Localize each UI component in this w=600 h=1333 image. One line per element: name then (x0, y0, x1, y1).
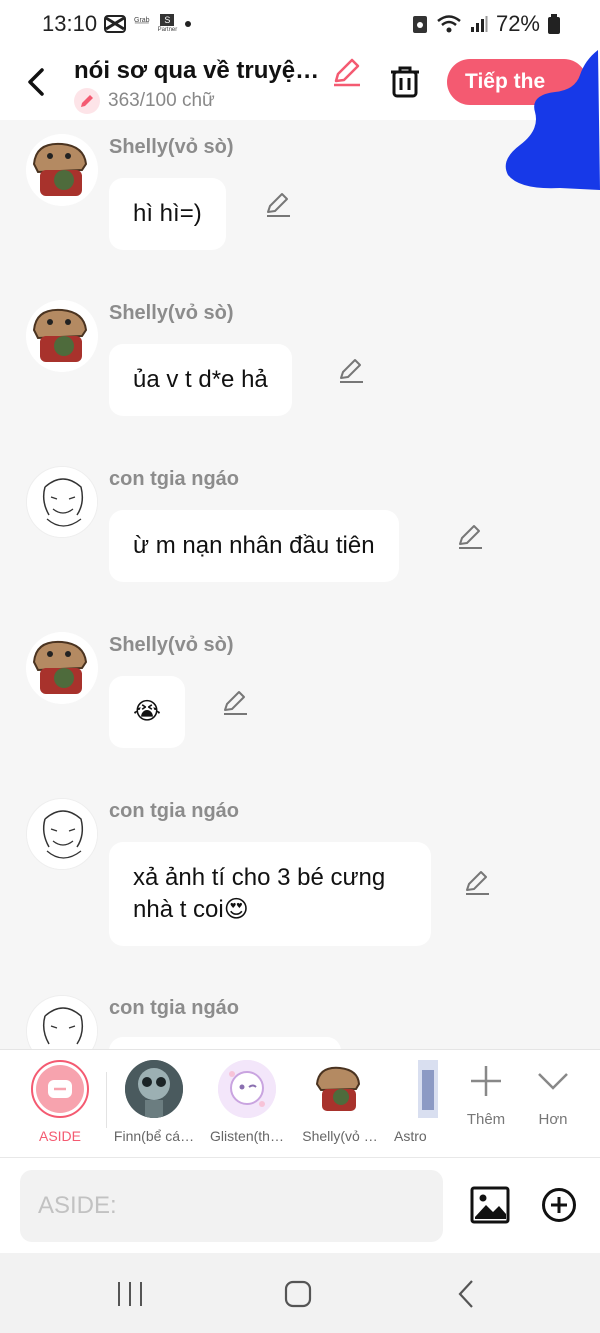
back-nav-icon[interactable] (452, 1279, 482, 1309)
character-finn[interactable]: Finn(bể cá… (109, 1060, 199, 1144)
message-text: xả ảnh tí cho 3 bé cưng nhà t coi😍 (133, 864, 386, 923)
plus-icon (471, 1066, 501, 1096)
word-count-row: 363/100 chữ (74, 88, 215, 114)
message-sender: Shelly(vỏ sò) (109, 634, 234, 656)
story-title: nói sơ qua về truyệ… (74, 57, 320, 84)
character-shelly[interactable]: Shelly(vỏ … (295, 1060, 385, 1144)
character-label: Glisten(th… (210, 1128, 284, 1144)
capcut-icon (104, 15, 126, 33)
shelly-avatar (26, 134, 98, 206)
add-character-button[interactable]: Thêm (456, 1064, 516, 1128)
word-count: 363/100 chữ (108, 90, 215, 111)
message-text: ừ m nạn nhân đầu tiên (133, 532, 375, 559)
message-item: Shelly(vỏ sò) hì hì=) (0, 130, 600, 250)
edit-message-icon[interactable] (337, 356, 365, 384)
status-app-icons: Grab ▔▔▔ S Partner (104, 14, 192, 34)
message-sender: con tgia ngáo (109, 800, 239, 822)
message-sender: Shelly(vỏ sò) (109, 302, 234, 324)
finn-avatar (125, 1060, 183, 1118)
message-bubble[interactable]: hì hì=) (109, 178, 226, 250)
character-label: Shelly(vỏ … (302, 1128, 378, 1144)
recents-icon[interactable] (115, 1279, 145, 1309)
message-item: Shelly(vỏ sò) ủa v t d*e hả (0, 296, 600, 416)
message-item: con tgia ngáo (0, 991, 600, 1049)
message-text: ủa v t d*e hả (133, 366, 268, 393)
status-bar: 13:10 Grab ▔▔▔ S Partner 72% (0, 0, 600, 46)
back-arrow-icon[interactable] (22, 64, 52, 100)
author-avatar (26, 466, 98, 538)
message-sender: Shelly(vỏ sò) (109, 136, 234, 158)
more-button[interactable]: Hơn (523, 1064, 583, 1128)
image-icon[interactable] (470, 1186, 510, 1224)
message-text: hì hì=) (133, 200, 202, 227)
status-time: 13:10 (42, 11, 98, 36)
trash-icon[interactable] (387, 63, 423, 99)
message-bubble[interactable]: 😭 (109, 676, 186, 748)
battery-icon (548, 14, 560, 34)
message-bubble[interactable]: xả ảnh tí cho 3 bé cưng nhà t coi😍 (109, 842, 431, 946)
partner-badge-icon: S Partner (157, 14, 178, 33)
message-item: Shelly(vỏ sò) 😭 (0, 628, 600, 748)
message-text: 😭 (133, 698, 162, 725)
add-circle-icon[interactable] (541, 1187, 577, 1223)
system-nav-bar (0, 1253, 600, 1333)
home-icon[interactable] (283, 1279, 313, 1309)
shelly-avatar (26, 300, 98, 372)
grab-badge-icon: Grab ▔▔▔ (134, 17, 150, 30)
edit-title-icon[interactable] (330, 56, 362, 88)
add-label: Thêm (466, 1111, 506, 1128)
notification-dot-icon (185, 21, 192, 27)
edit-message-icon[interactable] (463, 868, 491, 896)
character-divider (106, 1072, 107, 1128)
character-selector: ASIDE Finn(bể cá… Glisten(th… Shelly(vỏ … (0, 1049, 600, 1157)
message-sender: con tgia ngáo (109, 468, 239, 490)
message-bubble[interactable]: ừ m nạn nhân đầu tiên (109, 510, 399, 582)
message-sender: con tgia ngáo (109, 997, 239, 1019)
status-right-group: 72% (412, 11, 560, 37)
recycle-icon (412, 16, 427, 33)
character-glisten[interactable]: Glisten(th… (202, 1060, 292, 1144)
chevron-down-icon (538, 1073, 568, 1090)
character-label: Finn(bể cá… (113, 1128, 195, 1144)
character-label: Astro (394, 1128, 427, 1144)
character-label: ASIDE (38, 1128, 81, 1144)
character-astro[interactable]: Astro (384, 1060, 440, 1144)
edit-message-icon[interactable] (456, 522, 484, 550)
message-bubble[interactable]: ủa v t d*e hả (109, 344, 292, 416)
author-avatar (26, 798, 98, 870)
aside-icon (36, 1065, 84, 1113)
astro-avatar (418, 1060, 438, 1118)
message-item: con tgia ngáo ừ m nạn nhân đầu tiên (0, 462, 600, 582)
character-aside[interactable]: ASIDE (15, 1060, 105, 1144)
author-avatar (26, 995, 98, 1049)
wifi-icon (437, 15, 461, 33)
message-bubble[interactable] (109, 1037, 341, 1049)
edit-message-icon[interactable] (221, 688, 249, 716)
glisten-avatar (218, 1060, 276, 1118)
more-label: Hơn (538, 1111, 568, 1128)
compose-bar (0, 1157, 600, 1253)
edit-message-icon[interactable] (264, 190, 292, 218)
message-input[interactable] (20, 1170, 443, 1242)
pencil-badge-icon (74, 88, 100, 114)
aside-selected-ring (31, 1060, 89, 1118)
shelly-avatar (311, 1060, 369, 1118)
signal-icon (470, 16, 488, 32)
battery-percent: 72% (495, 11, 540, 36)
message-item: con tgia ngáo xả ảnh tí cho 3 bé cưng nh… (0, 794, 600, 946)
shelly-avatar (26, 632, 98, 704)
